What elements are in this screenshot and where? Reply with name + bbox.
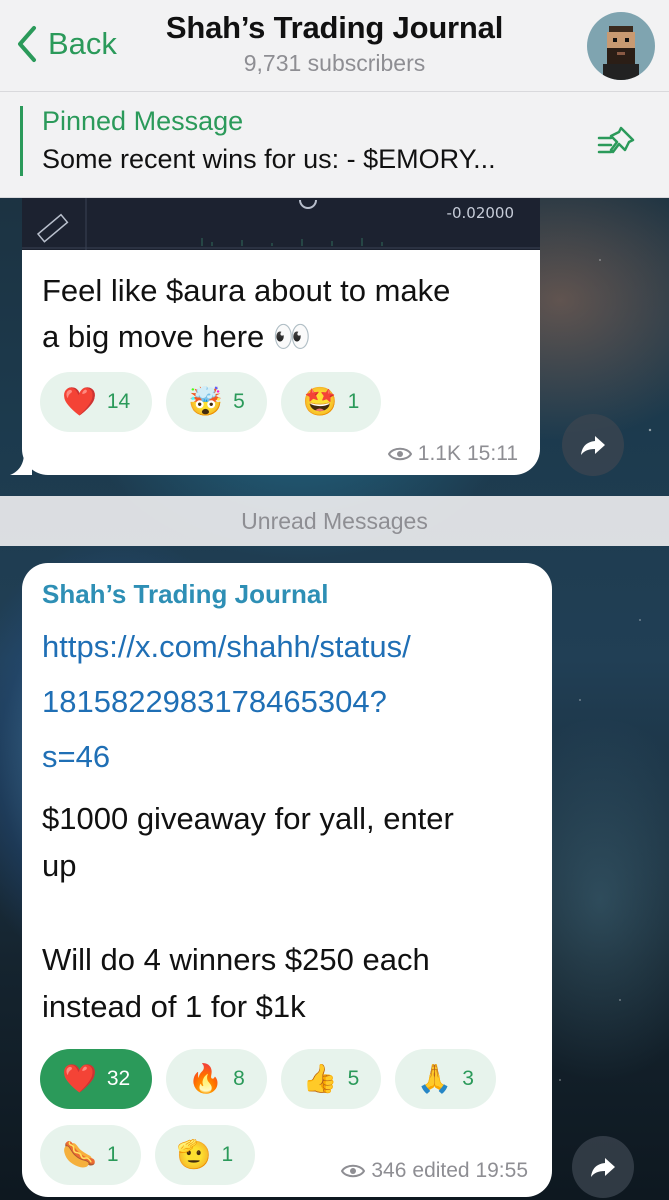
forward-button[interactable]: [562, 414, 624, 476]
bubble-tail: [10, 453, 32, 475]
pinned-label: Pinned Message: [42, 106, 244, 136]
view-count: 346: [371, 1159, 407, 1182]
message-bubble-2[interactable]: Shah’s Trading Journal https://x.com/sha…: [22, 563, 552, 1197]
message-time: edited 19:55: [412, 1159, 528, 1182]
link-line: https://x.com/shahh/status/: [42, 629, 411, 664]
salute-icon: 🫡: [176, 1139, 212, 1170]
reaction-mind-blown[interactable]: 🤯 5: [166, 372, 267, 432]
pinned-text: Some recent wins for us: - $EMORY...: [42, 144, 496, 174]
thumbs-up-icon: 👍: [302, 1063, 338, 1094]
sender-name[interactable]: Shah’s Trading Journal: [42, 579, 329, 610]
eye-icon: [387, 447, 412, 461]
share-arrow-icon: [591, 1158, 615, 1177]
heart-icon: ❤️: [62, 1063, 97, 1094]
reactions-row: 🌭 1 🫡 1: [40, 1125, 256, 1185]
subscriber-count: 9,731 subscribers: [243, 50, 426, 76]
reaction-count: 1: [106, 1143, 119, 1166]
reaction-count: 3: [462, 1067, 474, 1090]
pray-icon: 🙏: [417, 1063, 453, 1094]
message-meta: 346 edited 19:55: [341, 1159, 528, 1183]
message-text: Feel like $aura about to make a big move…: [42, 268, 450, 360]
reactions-row: ❤️ 14 🤯 5 🤩 1: [40, 372, 382, 432]
reaction-thumbs-up[interactable]: 👍 5: [280, 1049, 382, 1109]
eye-icon: [341, 1164, 366, 1178]
link-line: s=46: [42, 739, 111, 774]
unread-divider: Unread Messages: [0, 496, 669, 546]
reaction-count: 8: [233, 1067, 245, 1090]
link-line: 1815822983178465304?: [42, 684, 387, 719]
pinned-message-bar[interactable]: Pinned Message Some recent wins for us: …: [0, 92, 669, 198]
pinned-list-icon[interactable]: [595, 122, 639, 166]
message-time: 15:11: [467, 442, 518, 465]
forward-button[interactable]: [572, 1136, 634, 1198]
reaction-hotdog[interactable]: 🌭 1: [40, 1125, 141, 1185]
reactions-row: ❤️ 32 🔥 8 👍 5 🙏 3: [40, 1049, 496, 1109]
channel-avatar[interactable]: [587, 12, 655, 80]
reaction-count: 1: [221, 1143, 234, 1166]
mind-blown-icon: 🤯: [188, 386, 224, 417]
view-count: 1.1K: [417, 442, 461, 465]
reaction-count: 32: [106, 1067, 131, 1090]
star-struck-icon: 🤩: [302, 386, 338, 417]
chart-image[interactable]: -0.02000: [22, 198, 540, 250]
pixel-avatar-icon: [603, 26, 639, 80]
message-text: $1000 giveaway for yall, enter up Will d…: [42, 801, 454, 1024]
reaction-count: 5: [233, 390, 245, 413]
channel-info[interactable]: Shah’s Trading Journal 9,731 subscribers: [0, 10, 669, 77]
reaction-heart-selected[interactable]: ❤️ 32: [40, 1049, 153, 1109]
reaction-salute[interactable]: 🫡 1: [154, 1125, 256, 1185]
pinned-indicator: [20, 106, 23, 176]
message-bubble-1[interactable]: -0.02000 Feel like $aura about to make a…: [10, 198, 540, 475]
chat-header: Back Shah’s Trading Journal 9,731 subscr…: [0, 0, 669, 92]
reaction-heart[interactable]: ❤️ 14: [40, 372, 153, 432]
channel-title: Shah’s Trading Journal: [165, 10, 504, 45]
message-line: Feel like $aura about to make: [42, 273, 451, 308]
reaction-count: 14: [106, 390, 131, 413]
heart-icon: ❤️: [62, 386, 97, 417]
message-meta: 1.1K 15:11: [387, 442, 518, 466]
share-arrow-icon: [581, 436, 605, 455]
hotdog-icon: 🌭: [62, 1139, 97, 1170]
reaction-pray[interactable]: 🙏 3: [395, 1049, 496, 1109]
message-line: a big move here 👀: [42, 319, 312, 354]
reaction-fire[interactable]: 🔥 8: [166, 1049, 267, 1109]
reaction-star-struck[interactable]: 🤩 1: [280, 372, 382, 432]
reaction-count: 5: [347, 1067, 360, 1090]
message-link[interactable]: https://x.com/shahh/status/ 181582298317…: [42, 619, 522, 784]
chart-tick-label: -0.02000: [446, 204, 514, 222]
reaction-count: 1: [347, 390, 360, 413]
fire-icon: 🔥: [188, 1063, 224, 1094]
